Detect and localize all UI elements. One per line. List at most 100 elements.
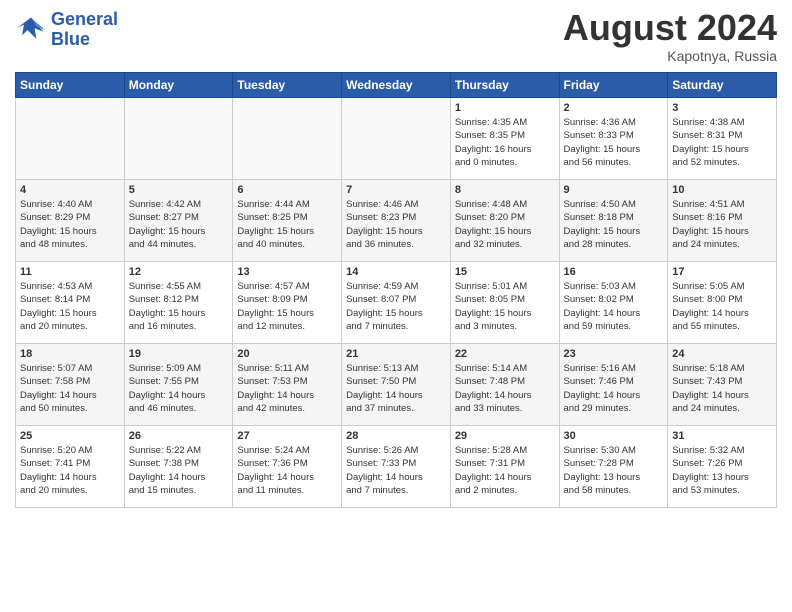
day-number: 11: [20, 266, 120, 278]
day-number: 21: [346, 348, 446, 360]
day-info: Sunrise: 5:24 AM Sunset: 7:36 PM Dayligh…: [237, 444, 337, 497]
day-info: Sunrise: 4:59 AM Sunset: 8:07 PM Dayligh…: [346, 280, 446, 333]
calendar-week-3: 11 Sunrise: 4:53 AM Sunset: 8:14 PM Dayli…: [16, 262, 777, 344]
logo-text-line1: General: [51, 10, 118, 30]
calendar-week-2: 4 Sunrise: 4:40 AM Sunset: 8:29 PM Daylig…: [16, 180, 777, 262]
day-number: 23: [564, 348, 664, 360]
calendar-week-1: 1Sunrise: 4:35 AM Sunset: 8:35 PM Daylig…: [16, 98, 777, 180]
day-info: Sunrise: 5:20 AM Sunset: 7:41 PM Dayligh…: [20, 444, 120, 497]
day-number: 29: [455, 430, 555, 442]
day-info: Sunrise: 4:44 AM Sunset: 8:25 PM Dayligh…: [237, 198, 337, 251]
day-info: Sunrise: 5:07 AM Sunset: 7:58 PM Dayligh…: [20, 362, 120, 415]
day-number: 16: [564, 266, 664, 278]
day-info: Sunrise: 5:11 AM Sunset: 7:53 PM Dayligh…: [237, 362, 337, 415]
day-info: Sunrise: 5:22 AM Sunset: 7:38 PM Dayligh…: [129, 444, 229, 497]
title-area: August 2024 Kapotnya, Russia: [563, 10, 777, 64]
day-number: 12: [129, 266, 229, 278]
logo-text-line2: Blue: [51, 30, 118, 50]
calendar-cell: [233, 98, 342, 180]
day-number: 4: [20, 184, 120, 196]
calendar-cell: 11 Sunrise: 4:53 AM Sunset: 8:14 PM Dayli…: [16, 262, 125, 344]
header-tuesday: Tuesday: [233, 73, 342, 98]
day-number: 27: [237, 430, 337, 442]
calendar-cell: 18 Sunrise: 5:07 AM Sunset: 7:58 PM Dayli…: [16, 344, 125, 426]
calendar-cell: 31 Sunrise: 5:32 AM Sunset: 7:26 PM Dayli…: [668, 426, 777, 508]
day-number: 14: [346, 266, 446, 278]
header-sunday: Sunday: [16, 73, 125, 98]
calendar-cell: 10Sunrise: 4:51 AM Sunset: 8:16 PM Dayli…: [668, 180, 777, 262]
calendar-cell: 2 Sunrise: 4:36 AM Sunset: 8:33 PM Daylig…: [559, 98, 668, 180]
day-info: Sunrise: 4:55 AM Sunset: 8:12 PM Dayligh…: [129, 280, 229, 333]
day-number: 15: [455, 266, 555, 278]
day-info: Sunrise: 5:30 AM Sunset: 7:28 PM Dayligh…: [564, 444, 664, 497]
day-number: 19: [129, 348, 229, 360]
day-info: Sunrise: 5:26 AM Sunset: 7:33 PM Dayligh…: [346, 444, 446, 497]
day-info: Sunrise: 4:57 AM Sunset: 8:09 PM Dayligh…: [237, 280, 337, 333]
calendar-cell: 14 Sunrise: 4:59 AM Sunset: 8:07 PM Dayli…: [342, 262, 451, 344]
calendar-body: 1Sunrise: 4:35 AM Sunset: 8:35 PM Daylig…: [16, 98, 777, 508]
calendar-cell: 8 Sunrise: 4:48 AM Sunset: 8:20 PM Daylig…: [450, 180, 559, 262]
day-number: 26: [129, 430, 229, 442]
calendar-cell: 16 Sunrise: 5:03 AM Sunset: 8:02 PM Dayli…: [559, 262, 668, 344]
page: General Blue August 2024 Kapotnya, Russi…: [0, 0, 792, 518]
day-info: Sunrise: 5:13 AM Sunset: 7:50 PM Dayligh…: [346, 362, 446, 415]
calendar-cell: 3Sunrise: 4:38 AM Sunset: 8:31 PM Daylig…: [668, 98, 777, 180]
header-row: Sunday Monday Tuesday Wednesday Thursday…: [16, 73, 777, 98]
calendar-cell: 19 Sunrise: 5:09 AM Sunset: 7:55 PM Dayli…: [124, 344, 233, 426]
day-info: Sunrise: 5:32 AM Sunset: 7:26 PM Dayligh…: [672, 444, 772, 497]
day-info: Sunrise: 5:03 AM Sunset: 8:02 PM Dayligh…: [564, 280, 664, 333]
day-info: Sunrise: 4:40 AM Sunset: 8:29 PM Dayligh…: [20, 198, 120, 251]
day-number: 20: [237, 348, 337, 360]
day-number: 28: [346, 430, 446, 442]
day-info: Sunrise: 4:50 AM Sunset: 8:18 PM Dayligh…: [564, 198, 664, 251]
calendar-week-5: 25 Sunrise: 5:20 AM Sunset: 7:41 PM Dayli…: [16, 426, 777, 508]
day-info: Sunrise: 5:16 AM Sunset: 7:46 PM Dayligh…: [564, 362, 664, 415]
day-info: Sunrise: 5:28 AM Sunset: 7:31 PM Dayligh…: [455, 444, 555, 497]
header-saturday: Saturday: [668, 73, 777, 98]
calendar-cell: 13Sunrise: 4:57 AM Sunset: 8:09 PM Dayli…: [233, 262, 342, 344]
day-number: 18: [20, 348, 120, 360]
day-info: Sunrise: 5:01 AM Sunset: 8:05 PM Dayligh…: [455, 280, 555, 333]
calendar-cell: 7 Sunrise: 4:46 AM Sunset: 8:23 PM Daylig…: [342, 180, 451, 262]
calendar-cell: 26 Sunrise: 5:22 AM Sunset: 7:38 PM Dayli…: [124, 426, 233, 508]
day-number: 9: [564, 184, 664, 196]
day-info: Sunrise: 4:46 AM Sunset: 8:23 PM Dayligh…: [346, 198, 446, 251]
day-info: Sunrise: 4:38 AM Sunset: 8:31 PM Dayligh…: [672, 116, 772, 169]
day-info: Sunrise: 4:36 AM Sunset: 8:33 PM Dayligh…: [564, 116, 664, 169]
calendar-cell: 4 Sunrise: 4:40 AM Sunset: 8:29 PM Daylig…: [16, 180, 125, 262]
header-thursday: Thursday: [450, 73, 559, 98]
calendar-cell: 21 Sunrise: 5:13 AM Sunset: 7:50 PM Dayli…: [342, 344, 451, 426]
day-info: Sunrise: 5:05 AM Sunset: 8:00 PM Dayligh…: [672, 280, 772, 333]
day-number: 7: [346, 184, 446, 196]
month-year-title: August 2024: [563, 10, 777, 46]
calendar-cell: 12 Sunrise: 4:55 AM Sunset: 8:12 PM Dayli…: [124, 262, 233, 344]
day-info: Sunrise: 4:35 AM Sunset: 8:35 PM Dayligh…: [455, 116, 555, 169]
calendar-cell: 6Sunrise: 4:44 AM Sunset: 8:25 PM Daylig…: [233, 180, 342, 262]
calendar-cell: 9 Sunrise: 4:50 AM Sunset: 8:18 PM Daylig…: [559, 180, 668, 262]
day-info: Sunrise: 4:48 AM Sunset: 8:20 PM Dayligh…: [455, 198, 555, 251]
day-info: Sunrise: 5:18 AM Sunset: 7:43 PM Dayligh…: [672, 362, 772, 415]
day-number: 25: [20, 430, 120, 442]
calendar-cell: 1Sunrise: 4:35 AM Sunset: 8:35 PM Daylig…: [450, 98, 559, 180]
calendar-cell: [16, 98, 125, 180]
day-number: 17: [672, 266, 772, 278]
logo: General Blue: [15, 10, 118, 50]
calendar-cell: 24Sunrise: 5:18 AM Sunset: 7:43 PM Dayli…: [668, 344, 777, 426]
header-monday: Monday: [124, 73, 233, 98]
calendar-header: Sunday Monday Tuesday Wednesday Thursday…: [16, 73, 777, 98]
day-number: 5: [129, 184, 229, 196]
header-wednesday: Wednesday: [342, 73, 451, 98]
day-number: 30: [564, 430, 664, 442]
day-info: Sunrise: 5:14 AM Sunset: 7:48 PM Dayligh…: [455, 362, 555, 415]
calendar-table: Sunday Monday Tuesday Wednesday Thursday…: [15, 72, 777, 508]
calendar-cell: 23 Sunrise: 5:16 AM Sunset: 7:46 PM Dayli…: [559, 344, 668, 426]
calendar-cell: 28 Sunrise: 5:26 AM Sunset: 7:33 PM Dayli…: [342, 426, 451, 508]
calendar-cell: [124, 98, 233, 180]
day-number: 8: [455, 184, 555, 196]
day-number: 2: [564, 102, 664, 114]
day-number: 31: [672, 430, 772, 442]
day-info: Sunrise: 4:53 AM Sunset: 8:14 PM Dayligh…: [20, 280, 120, 333]
calendar-cell: 22 Sunrise: 5:14 AM Sunset: 7:48 PM Dayli…: [450, 344, 559, 426]
day-number: 22: [455, 348, 555, 360]
day-info: Sunrise: 5:09 AM Sunset: 7:55 PM Dayligh…: [129, 362, 229, 415]
